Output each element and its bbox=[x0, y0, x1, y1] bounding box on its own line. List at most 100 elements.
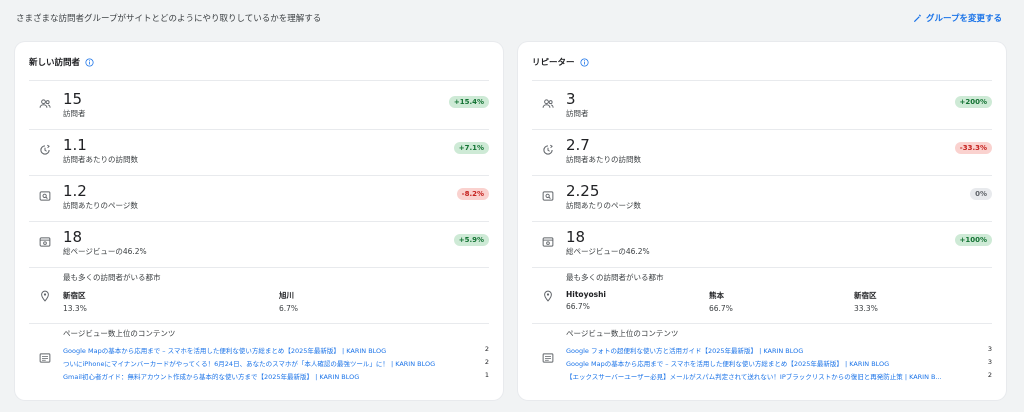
content-link[interactable]: Google フォトの超便利な使い方と活用ガイド【2025年最新版】 | KAR… bbox=[566, 345, 803, 355]
city-item: 新宿区 33.3% bbox=[854, 290, 878, 313]
city-item: 新宿区 13.3% bbox=[63, 290, 87, 313]
page-search-icon bbox=[39, 191, 51, 201]
metric-label: 訪問あたりのページ数 bbox=[566, 201, 641, 210]
city-percent: 6.7% bbox=[279, 304, 299, 313]
section-title: 最も多くの訪問者がいる都市 bbox=[63, 273, 161, 282]
new-visitors-card: 新しい訪問者 15 訪問者 +15.4% 1.1 訪問者あたりの訪問数 +7.1… bbox=[15, 42, 503, 400]
content-count: 1 bbox=[484, 371, 489, 379]
location-pin-icon bbox=[544, 290, 552, 302]
card-title: 新しい訪問者 bbox=[29, 58, 81, 68]
info-icon[interactable] bbox=[579, 57, 589, 67]
change-badge: 0% bbox=[970, 188, 992, 200]
change-badge: +100% bbox=[954, 234, 992, 246]
content-row: ついにiPhoneにマイナンバーカードがやってくる！6月24日、あなたのスマホが… bbox=[63, 358, 489, 370]
content-count: 3 bbox=[987, 358, 992, 366]
location-pin-icon bbox=[41, 290, 49, 302]
history-icon bbox=[543, 144, 553, 155]
metric-label: 総ページビューの46.2% bbox=[63, 247, 147, 256]
city-item: 熊本 66.7% bbox=[709, 290, 733, 313]
city-name: 新宿区 bbox=[854, 291, 877, 300]
divider bbox=[532, 323, 992, 324]
content-link[interactable]: Google Mapの基本から応用まで – スマホを活用した便利な使い方総まとめ… bbox=[566, 358, 889, 368]
content-count: 2 bbox=[484, 358, 489, 366]
city-percent: 66.7% bbox=[709, 304, 733, 313]
pencil-icon bbox=[914, 14, 921, 22]
page-search-icon bbox=[542, 191, 554, 201]
metric-visits-per-visitor: 1.1 訪問者あたりの訪問数 +7.1% bbox=[29, 130, 489, 176]
card-header: リピーター bbox=[532, 56, 589, 68]
pageview-icon bbox=[542, 237, 554, 247]
metric-value: 15 bbox=[63, 90, 83, 108]
metric-value: 1.1 bbox=[63, 136, 87, 154]
metric-value: 1.2 bbox=[63, 182, 87, 200]
section-title: ページビュー数上位のコンテンツ bbox=[63, 329, 176, 338]
pageview-icon bbox=[39, 237, 51, 247]
change-badge: +200% bbox=[954, 96, 992, 108]
section-title: 最も多くの訪問者がいる都市 bbox=[566, 273, 664, 282]
returning-visitors-card: リピーター 3 訪問者 +200% 2.7 訪問者あたりの訪問数 -33.3% … bbox=[518, 42, 1006, 400]
metric-visitors: 3 訪問者 +200% bbox=[532, 84, 992, 130]
change-badge: +7.1% bbox=[453, 142, 489, 154]
top-cities: 最も多くの訪問者がいる都市 新宿区 13.3% 旭川 6.7% bbox=[29, 266, 489, 324]
divider bbox=[29, 80, 489, 81]
history-icon bbox=[40, 144, 50, 155]
content-count: 3 bbox=[987, 345, 992, 353]
city-percent: 66.7% bbox=[566, 302, 590, 311]
content-count: 2 bbox=[987, 371, 992, 379]
content-row: Google Mapの基本から応用まで – スマホを活用した便利な使い方総まとめ… bbox=[566, 358, 992, 370]
card-header: 新しい訪問者 bbox=[29, 56, 94, 68]
metric-label: 訪問者 bbox=[63, 109, 86, 118]
metric-value: 2.7 bbox=[566, 136, 590, 154]
metric-label: 訪問者あたりの訪問数 bbox=[63, 155, 138, 164]
change-group-button[interactable]: グループを変更する bbox=[913, 12, 1002, 24]
metric-pageviews: 18 総ページビューの46.2% +5.9% bbox=[29, 222, 489, 268]
people-icon bbox=[39, 99, 51, 108]
change-badge: -8.2% bbox=[456, 188, 489, 200]
metric-pages-per-visit: 1.2 訪問あたりのページ数 -8.2% bbox=[29, 176, 489, 222]
metric-label: 訪問あたりのページ数 bbox=[63, 201, 138, 210]
page-subtitle: さまざまな訪問者グループがサイトとどのようにやり取りしているかを理解する bbox=[16, 14, 322, 24]
metric-pageviews: 18 総ページビューの46.2% +100% bbox=[532, 222, 992, 268]
metric-visitors: 15 訪問者 +15.4% bbox=[29, 84, 489, 130]
metric-label: 訪問者 bbox=[566, 109, 589, 118]
metric-value: 2.25 bbox=[566, 182, 600, 200]
city-percent: 13.3% bbox=[63, 304, 87, 313]
divider bbox=[29, 323, 489, 324]
section-title: ページビュー数上位のコンテンツ bbox=[566, 329, 679, 338]
city-item: 旭川 6.7% bbox=[279, 290, 298, 313]
content-row: Google フォトの超便利な使い方と活用ガイド【2025年最新版】 | KAR… bbox=[566, 345, 992, 357]
city-name: Hitoyoshi bbox=[566, 290, 607, 299]
people-icon bbox=[542, 99, 554, 108]
content-count: 2 bbox=[484, 345, 489, 353]
change-badge: +15.4% bbox=[448, 96, 489, 108]
top-contents: ページビュー数上位のコンテンツ Google フォトの超便利な使い方と活用ガイド… bbox=[532, 328, 992, 388]
metric-value: 18 bbox=[566, 228, 586, 246]
content-row: Gmail初心者ガイド：無料アカウント作成から基本的な使い方まで【2025年最新… bbox=[63, 371, 489, 383]
top-contents: ページビュー数上位のコンテンツ Google Mapの基本から応用まで – スマ… bbox=[29, 328, 489, 388]
metric-label: 総ページビューの46.2% bbox=[566, 247, 650, 256]
change-badge: -33.3% bbox=[954, 142, 992, 154]
card-title: リピーター bbox=[532, 58, 575, 68]
divider bbox=[532, 80, 992, 81]
content-row: Google Mapの基本から応用まで – スマホを活用した便利な使い方総まとめ… bbox=[63, 345, 489, 357]
top-cities: 最も多くの訪問者がいる都市 Hitoyoshi 66.7% 熊本 66.7% 新… bbox=[532, 266, 992, 324]
city-name: 熊本 bbox=[709, 291, 724, 300]
top-bar: さまざまな訪問者グループがサイトとどのようにやり取りしているかを理解する グルー… bbox=[16, 12, 1002, 28]
content-link[interactable]: Google Mapの基本から応用まで – スマホを活用した便利な使い方総まとめ… bbox=[63, 345, 386, 355]
city-item: Hitoyoshi 66.7% bbox=[566, 290, 606, 311]
info-icon[interactable] bbox=[85, 57, 94, 67]
article-icon bbox=[542, 353, 554, 363]
city-name: 新宿区 bbox=[63, 291, 86, 300]
metric-value: 18 bbox=[63, 228, 83, 246]
content-link[interactable]: 【エックスサーバーユーザー必見】メールがスパム判定されて送れない！IPブラックリ… bbox=[566, 371, 942, 381]
content-row: 【エックスサーバーユーザー必見】メールがスパム判定されて送れない！IPブラックリ… bbox=[566, 371, 992, 383]
content-link[interactable]: Gmail初心者ガイド：無料アカウント作成から基本的な使い方まで【2025年最新… bbox=[63, 371, 359, 381]
article-icon bbox=[39, 353, 51, 363]
change-group-label: グループを変更する bbox=[926, 14, 1002, 24]
metric-pages-per-visit: 2.25 訪問あたりのページ数 0% bbox=[532, 176, 992, 222]
metric-label: 訪問者あたりの訪問数 bbox=[566, 155, 641, 164]
city-percent: 33.3% bbox=[854, 304, 878, 313]
city-name: 旭川 bbox=[279, 291, 294, 300]
metric-value: 3 bbox=[566, 90, 576, 108]
content-link[interactable]: ついにiPhoneにマイナンバーカードがやってくる！6月24日、あなたのスマホが… bbox=[63, 358, 435, 368]
